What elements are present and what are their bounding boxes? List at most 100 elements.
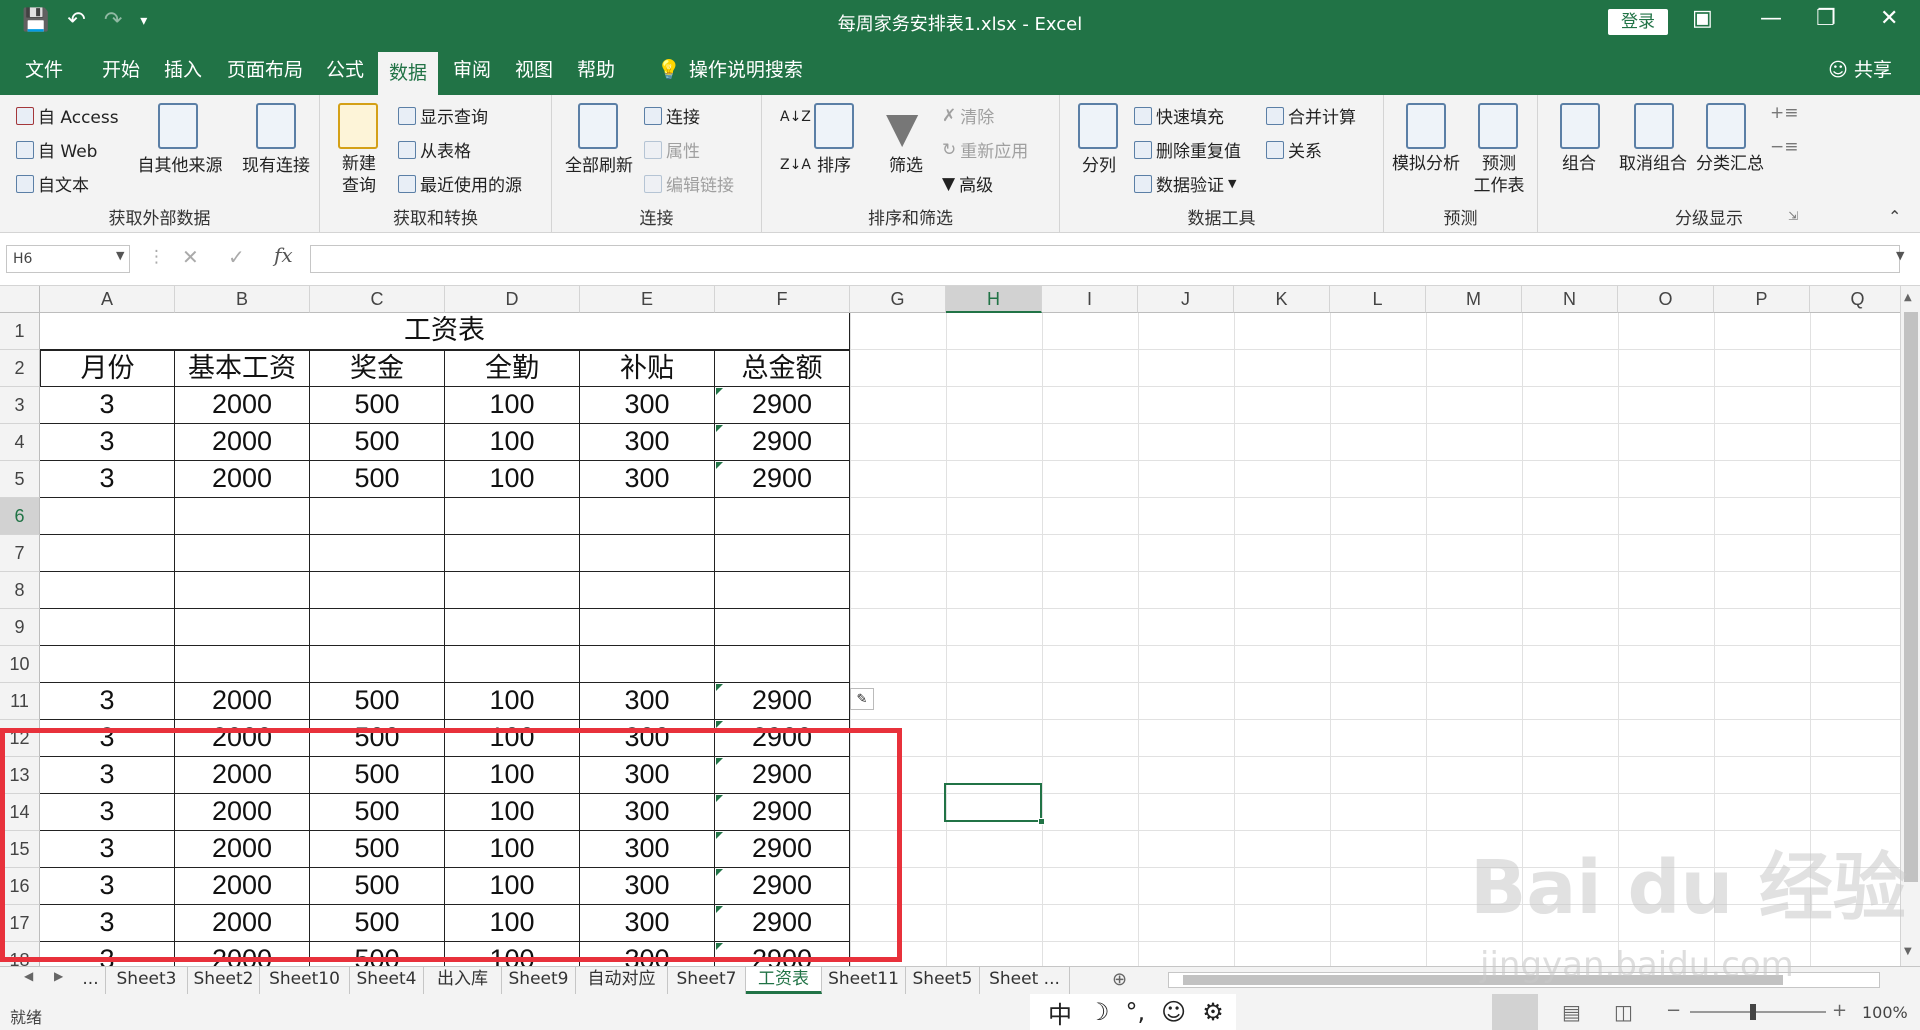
column-header-P[interactable]: P [1714,286,1810,313]
from-text-button[interactable]: 自文本 [16,171,89,196]
row-header-4[interactable]: 4 [0,424,40,461]
reapply-button[interactable]: ↻ 重新应用 [942,137,1028,163]
edit-links-button[interactable]: 编辑链接 [644,171,734,196]
sheet-tab[interactable]: 自动对应 [576,967,668,994]
tab-review[interactable]: 审阅 [444,45,500,95]
restore-icon[interactable]: ❐ [1816,6,1836,31]
column-header-C[interactable]: C [310,286,445,313]
ungroup-button[interactable]: 取消组合 [1610,153,1696,175]
next-sheet-icon[interactable]: ▶ [54,969,63,983]
table-cell[interactable] [310,498,445,535]
table-header-cell[interactable]: 月份 [40,350,175,387]
table-cell[interactable]: 100 [445,461,580,498]
page-break-view-icon[interactable]: ◫ [1614,1000,1633,1024]
table-header-cell[interactable]: 总金额 [715,350,850,387]
table-cell[interactable] [175,535,310,572]
table-cell[interactable] [715,609,850,646]
sheet-tab[interactable]: Sheet ... [980,967,1070,994]
settings-gear-icon[interactable]: ⚙ [1202,998,1224,1026]
table-cell[interactable] [175,646,310,683]
row-header-5[interactable]: 5 [0,461,40,498]
sort-az-icon[interactable]: A↓Z [780,109,811,125]
punctuation-icon[interactable]: °, [1126,998,1146,1026]
group-button[interactable]: 组合 [1544,153,1614,175]
column-header-K[interactable]: K [1234,286,1330,313]
column-header-B[interactable]: B [175,286,310,313]
tab-help[interactable]: 帮助 [568,45,624,95]
error-indicator-icon[interactable] [716,462,723,469]
filter-button[interactable]: 筛选 [876,155,936,177]
column-header-A[interactable]: A [40,286,175,313]
data-validation-button[interactable]: 数据验证 ▼ [1134,171,1236,196]
table-cell[interactable] [715,646,850,683]
from-web-button[interactable]: 自 Web [16,137,97,162]
expand-formula-icon[interactable]: ▼ [1896,249,1904,262]
table-cell[interactable] [580,535,715,572]
column-header-M[interactable]: M [1426,286,1522,313]
table-cell[interactable] [175,609,310,646]
sheet-tab[interactable]: Sheet3 [106,967,188,994]
table-cell[interactable]: 3 [40,683,175,720]
zoom-slider[interactable] [1690,1011,1826,1013]
new-query-button[interactable]: 新建 查询 [324,153,394,197]
table-header-cell[interactable]: 基本工资 [175,350,310,387]
sheet-tab[interactable]: 工资表 [746,967,822,994]
share-button[interactable]: ☺ 共享 [1828,45,1892,95]
table-cell[interactable] [715,572,850,609]
sheet-tab[interactable]: ... [76,967,106,994]
table-cell[interactable] [445,535,580,572]
from-other-sources-button[interactable]: 自其他来源 [130,155,230,177]
enter-icon[interactable]: ✓ [228,245,245,269]
subtotal-button[interactable]: 分类汇总 [1688,153,1772,175]
ime-mode[interactable]: 中 [1048,995,1072,1030]
table-header-cell[interactable]: 全勤 [445,350,580,387]
advanced-button[interactable]: ▼ 高级 [942,171,993,197]
collapse-ribbon-icon[interactable]: ⌃ [1888,207,1901,226]
column-header-Q[interactable]: Q [1810,286,1900,313]
row-header-10[interactable]: 10 [0,646,40,683]
recent-sources-button[interactable]: 最近使用的源 [398,171,522,196]
consolidate-button[interactable]: 合并计算 [1266,103,1356,128]
table-cell[interactable]: 3 [40,461,175,498]
column-header-N[interactable]: N [1522,286,1618,313]
row-header-9[interactable]: 9 [0,609,40,646]
table-cell[interactable] [715,535,850,572]
active-cell[interactable] [944,783,1042,822]
sheet-tab[interactable]: Sheet5 [906,967,980,994]
properties-button[interactable]: 属性 [644,137,700,162]
zoom-level[interactable]: 100% [1862,1003,1908,1022]
row-header-1[interactable]: 1 [0,313,40,350]
column-header-E[interactable]: E [580,286,715,313]
table-cell[interactable]: 2000 [175,461,310,498]
tab-insert[interactable]: 插入 [154,45,212,95]
table-cell[interactable] [40,535,175,572]
from-access-button[interactable]: 自 Access [16,103,119,128]
column-header-I[interactable]: I [1042,286,1138,313]
scroll-down-icon[interactable]: ▼ [1904,946,1912,957]
table-cell[interactable] [580,498,715,535]
table-cell[interactable] [310,535,445,572]
cancel-icon[interactable]: ✕ [182,245,199,269]
table-cell[interactable] [445,572,580,609]
tab-data[interactable]: 数据 [378,52,438,95]
column-header-G[interactable]: G [850,286,946,313]
dialog-launcher-icon[interactable]: ⇲ [1788,209,1798,223]
row-header-3[interactable]: 3 [0,387,40,424]
column-header-J[interactable]: J [1138,286,1234,313]
table-cell[interactable]: 2900 [715,424,850,461]
table-header-cell[interactable]: 奖金 [310,350,445,387]
table-cell[interactable] [580,572,715,609]
column-header-L[interactable]: L [1330,286,1426,313]
table-title[interactable]: 工资表 [40,313,850,350]
table-cell[interactable] [445,609,580,646]
remove-duplicates-button[interactable]: 删除重复值 [1134,137,1241,162]
name-box-dropdown-icon[interactable]: ▼ [116,249,124,262]
tab-formulas[interactable]: 公式 [316,45,374,95]
table-cell[interactable]: 2900 [715,387,850,424]
error-indicator-icon[interactable] [716,684,723,691]
table-cell[interactable] [40,609,175,646]
table-cell[interactable]: 300 [580,387,715,424]
table-cell[interactable]: 500 [310,424,445,461]
page-layout-view-icon[interactable]: ▤ [1562,1000,1581,1024]
tell-me-search[interactable]: 💡 操作说明搜索 [640,45,820,95]
